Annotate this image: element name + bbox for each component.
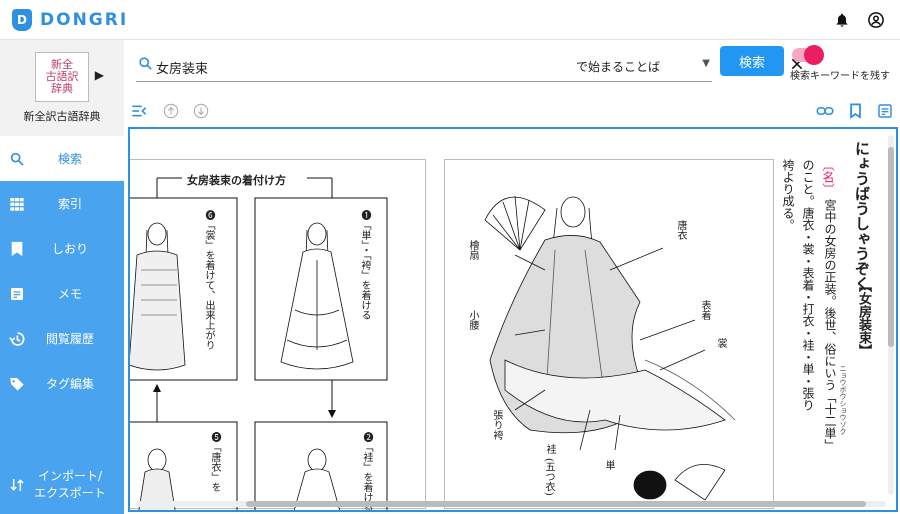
step2-text: ❷「袿」を着ける bbox=[361, 432, 372, 512]
label-karaginu: 唐衣 bbox=[675, 220, 686, 240]
vertical-scrollbar[interactable] bbox=[888, 135, 894, 495]
sidebar-item-label: インポート/ bbox=[37, 469, 103, 483]
bell-icon[interactable] bbox=[832, 10, 852, 30]
search-bar: 女房装束 で始まることば ▼ 検索 検索キーワードを残す bbox=[124, 40, 900, 96]
keep-keywords-label: 検索キーワードを残す bbox=[790, 71, 890, 82]
entry-definition-line1: 宮中の女房の正装。後世、俗にいう「十二単」 bbox=[823, 199, 837, 451]
sidebar-item-bookmarks[interactable]: しおり bbox=[0, 226, 124, 271]
sidebar-item-label: 閲覧履歴 bbox=[45, 332, 94, 346]
label-uchigi: 袿 bbox=[544, 444, 555, 454]
scrollbar-thumb[interactable] bbox=[888, 147, 894, 347]
arrow-up-circle-icon[interactable] bbox=[162, 102, 180, 120]
collapse-list-icon[interactable] bbox=[130, 102, 148, 120]
entry-kanji: 【女房装束】 bbox=[856, 279, 871, 357]
toggle-knob bbox=[804, 45, 824, 65]
sidebar-item-label: しおり bbox=[51, 242, 88, 256]
keep-keywords-toggle[interactable] bbox=[792, 45, 824, 65]
sidebar-item-label: メモ bbox=[57, 287, 82, 301]
search-icon bbox=[138, 56, 153, 75]
play-arrow-icon[interactable]: ▶ bbox=[95, 68, 104, 82]
search-mode-select[interactable]: で始まることば ▼ bbox=[572, 48, 712, 82]
sidebar-nav: 検索 索引 しおり メモ 閲覧履歴 タグ編集 インポート/ エクスポート bbox=[0, 136, 124, 514]
entry-definition-line3: 袴より成る。 bbox=[781, 159, 795, 231]
horizontal-scrollbar[interactable] bbox=[136, 501, 886, 507]
entry-pos: 〔名〕 bbox=[821, 159, 835, 195]
chevron-down-icon: ▼ bbox=[702, 58, 710, 69]
account-icon[interactable] bbox=[866, 10, 886, 30]
dictionary-selector[interactable]: 新全 古語訳 辞典 ▶ 新全訳古語辞典 bbox=[0, 40, 124, 136]
entry-definition-line2: のこと。唐衣・裳・表着・打衣・袿・単・張り bbox=[801, 159, 815, 411]
sidebar-item-label: タグ編集 bbox=[45, 377, 94, 391]
dictionary-name: 新全訳古語辞典 bbox=[23, 110, 101, 123]
viewer-toolbar bbox=[124, 96, 900, 126]
dictionary-cover: 新全 古語訳 辞典 bbox=[35, 52, 89, 102]
sidebar-item-label: 索引 bbox=[57, 197, 82, 211]
bookmark-icon[interactable] bbox=[846, 102, 864, 120]
sidebar-item-index[interactable]: 索引 bbox=[0, 181, 124, 226]
sidebar-item-history[interactable]: 閲覧履歴 bbox=[0, 316, 124, 361]
search-input-value: 女房装束 bbox=[156, 62, 209, 77]
label-harihakama: 張り袴 bbox=[491, 410, 502, 440]
brand-logo[interactable]: D DONGRI bbox=[12, 8, 129, 31]
link-icon[interactable] bbox=[816, 102, 834, 120]
cover-line: 辞典 bbox=[51, 82, 73, 95]
step6-text: ❻「裳」を着けて、出来上がり bbox=[203, 210, 214, 350]
figure-panel-steps: 女房装束の着付け方 ❻「裳」を着けて、出来上がり ❶「単」・「袴」を着ける ❺「… bbox=[130, 159, 426, 512]
label-uwagi: 表着 bbox=[699, 300, 710, 320]
sidebar-item-import-export[interactable]: インポート/ エクスポート bbox=[0, 458, 124, 512]
dictionary-page-viewer[interactable]: 女房装束の着付け方 ❻「裳」を着けて、出来上がり ❶「単」・「袴」を着ける ❺「… bbox=[128, 127, 898, 512]
sidebar-item-label: 検索 bbox=[57, 152, 82, 166]
figure-panel-costume: 檜扇 小腰 唐衣 表着 裳 張り袴 袿 (五つ衣) 単 bbox=[444, 159, 774, 509]
memo-icon[interactable] bbox=[876, 102, 894, 120]
label-hiougi: 檜扇 bbox=[467, 240, 478, 260]
sidebar-item-memo[interactable]: メモ bbox=[0, 271, 124, 316]
search-mode-value: で始まることば bbox=[576, 60, 661, 74]
label-kogoshi: 小腰 bbox=[467, 310, 478, 330]
scrollbar-thumb[interactable] bbox=[246, 501, 866, 507]
sidebar-item-tags[interactable]: タグ編集 bbox=[0, 361, 124, 406]
sidebar-item-label: エクスポート bbox=[34, 486, 106, 500]
label-hitoe: 単 bbox=[603, 460, 614, 470]
costume-illustration bbox=[484, 195, 736, 501]
label-itsutsuginu: (五つ衣) bbox=[543, 458, 554, 496]
step1-text: ❶「単」・「袴」を着ける bbox=[359, 210, 370, 320]
brand-mark-icon: D bbox=[12, 8, 32, 31]
steps-connector-lines bbox=[130, 177, 388, 510]
arrow-down-circle-icon[interactable] bbox=[192, 102, 210, 120]
app-header: D DONGRI bbox=[0, 0, 900, 40]
search-button[interactable]: 検索 bbox=[720, 46, 784, 76]
label-mo: 裳 bbox=[715, 338, 726, 348]
sidebar: 新全 古語訳 辞典 ▶ 新全訳古語辞典 検索 索引 しおり メモ 閲覧履歴 タグ… bbox=[0, 40, 124, 514]
step5-text: ❺「唐衣」を bbox=[209, 432, 220, 492]
sidebar-item-search[interactable]: 検索 bbox=[0, 136, 124, 181]
brand-name: DONGRI bbox=[40, 9, 129, 30]
